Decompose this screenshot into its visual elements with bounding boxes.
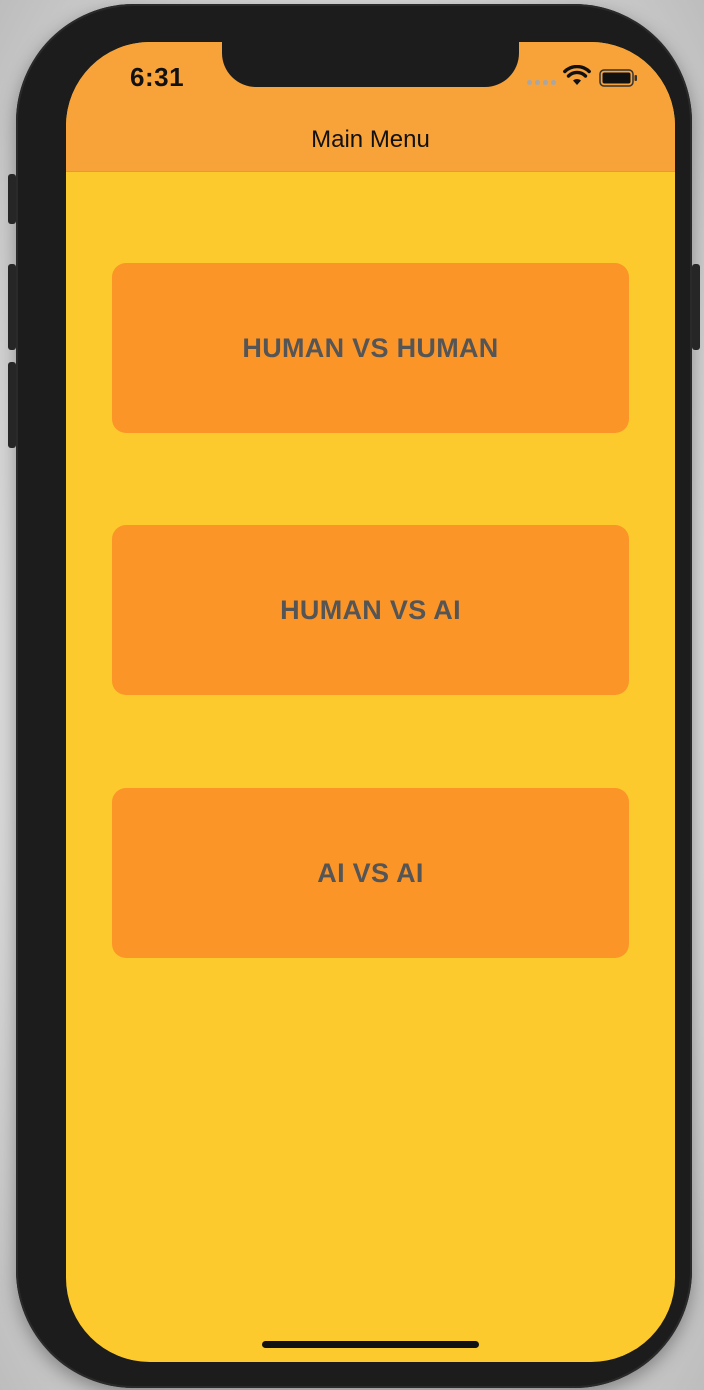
- ai-vs-ai-label: AI VS AI: [317, 857, 424, 888]
- battery-icon: [599, 69, 637, 87]
- signal-dots-icon: [527, 80, 556, 85]
- human-vs-ai-label: HUMAN VS AI: [280, 594, 461, 625]
- status-time: 6:31: [130, 62, 185, 92]
- wifi-icon: [563, 65, 591, 85]
- human-vs-ai-button[interactable]: HUMAN VS AI: [112, 525, 629, 695]
- navigation-bar: 6:31 Main Menu: [66, 42, 675, 172]
- device-notch: [222, 42, 519, 87]
- page-title: Main Menu: [311, 126, 430, 153]
- mute-switch: [8, 174, 16, 224]
- device-frame: 6:31 Main Menu HUMAN VS HUMAN HUMAN VS A…: [8, 4, 700, 1388]
- volume-down-button: [8, 362, 16, 448]
- app-screen: 6:31 Main Menu HUMAN VS HUMAN HUMAN VS A…: [66, 42, 675, 1362]
- power-button: [692, 264, 700, 350]
- human-vs-human-button[interactable]: HUMAN VS HUMAN: [112, 263, 629, 433]
- volume-up-button: [8, 264, 16, 350]
- ai-vs-ai-button[interactable]: AI VS AI: [112, 788, 629, 958]
- home-indicator[interactable]: [262, 1341, 479, 1348]
- human-vs-human-label: HUMAN VS HUMAN: [242, 332, 499, 363]
